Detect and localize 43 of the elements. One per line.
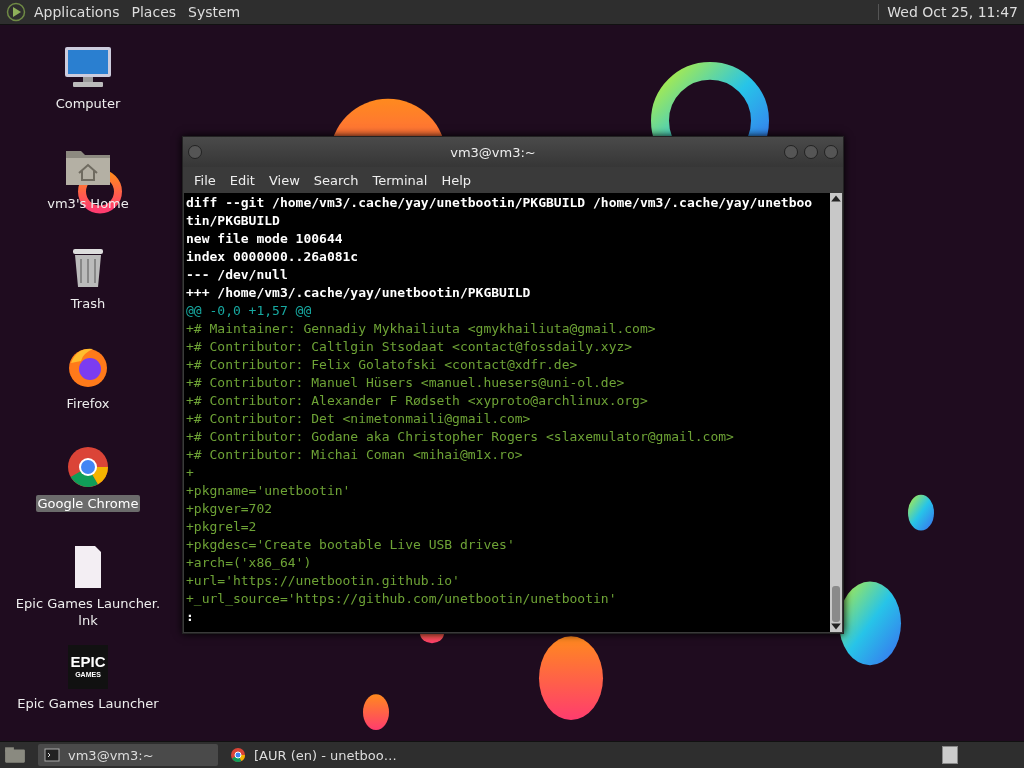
- panel-menu[interactable]: Applications: [34, 4, 120, 20]
- terminal-line: +# Contributor: Michai Coman <mihai@m1x.ro>: [186, 446, 524, 464]
- terminal-line: +++ /home/vm3/.cache/yay/unetbootin/PKGBUILD: [186, 284, 532, 302]
- menu-item[interactable]: Terminal: [365, 170, 435, 190]
- terminal-line: :: [186, 608, 195, 626]
- menu-item[interactable]: Edit: [222, 170, 262, 190]
- terminal-line: +pkgrel=2: [186, 518, 258, 536]
- menu-item[interactable]: Help: [434, 170, 479, 190]
- terminal-line: +# Contributor: Godane aka Christopher Rogers <slaxemulator@gmail.com>: [186, 428, 735, 446]
- panel-menu[interactable]: System: [188, 4, 241, 20]
- terminal-line: +pkgname='unetbootin': [186, 482, 352, 500]
- terminal-line: +# Maintainer: Gennadiy Mykhailiuta <gmykhailiuta@gmail.com>: [186, 320, 657, 338]
- window-title: vm3@vm3:~: [449, 144, 537, 160]
- terminal-line: @@ -0,0 +1,57 @@: [186, 302, 313, 320]
- terminal-line: diff --git /home/vm3/.cache/yay/unetbootin/PKGBUILD /home/vm3/.cache/yay/unetboo: [186, 194, 814, 212]
- taskbar-button[interactable]: vm3@vm3:~: [38, 744, 218, 766]
- menu-item[interactable]: Search: [306, 170, 366, 190]
- desktop-icon-label[interactable]: Epic Games Launcher: [15, 695, 161, 712]
- terminal-line: +arch=('x86_64'): [186, 554, 313, 572]
- panel-clock[interactable]: Wed Oct 25, 11:47: [878, 4, 1018, 20]
- terminal-line: +# Contributor: Alexander F Rødseth <xyproto@archlinux.org>: [186, 392, 649, 410]
- terminal-line: +pkgdesc='Create bootable Live USB drives': [186, 536, 516, 554]
- desktop-icon-label[interactable]: Trash: [68, 295, 108, 312]
- terminal-line: tin/PKGBUILD: [186, 212, 281, 230]
- desktop-icon-label[interactable]: Google Chrome: [35, 495, 141, 512]
- desktop-icon-label[interactable]: Epic Games Launcher. lnk: [13, 595, 163, 629]
- terminal-line: +# Contributor: Det <nimetonmaili@gmail.com>: [186, 410, 532, 428]
- desktop-icon-label[interactable]: Firefox: [64, 395, 112, 412]
- desktop-icon-label[interactable]: Computer: [53, 95, 123, 112]
- menu-item[interactable]: View: [261, 170, 307, 190]
- terminal-line: +# Contributor: Caltlgin Stsodaat <contact@fossdaily.xyz>: [186, 338, 634, 356]
- terminal-line: +# Contributor: Manuel Hüsers <manuel.huesers@uni-ol.de>: [186, 374, 626, 392]
- terminal-line: +pkgver=702: [186, 500, 274, 518]
- panel-menu[interactable]: Places: [131, 4, 177, 20]
- terminal-line: +# Contributor: Felix Golatofski <contact@xdfr.de>: [186, 356, 579, 374]
- menu-item[interactable]: File: [187, 170, 223, 190]
- terminal-line: new file mode 100644: [186, 230, 344, 248]
- terminal-line: +url='https://unetbootin.github.io': [186, 572, 461, 590]
- taskbar-button[interactable]: [AUR (en) - unetboo…: [224, 744, 404, 766]
- terminal-line: +: [186, 464, 195, 482]
- terminal-line: index 0000000..26a081c: [186, 248, 360, 266]
- terminal-line: --- /dev/null: [186, 266, 289, 284]
- terminal-line: +_url_source='https://github.com/unetbootin/unetbootin': [186, 590, 618, 608]
